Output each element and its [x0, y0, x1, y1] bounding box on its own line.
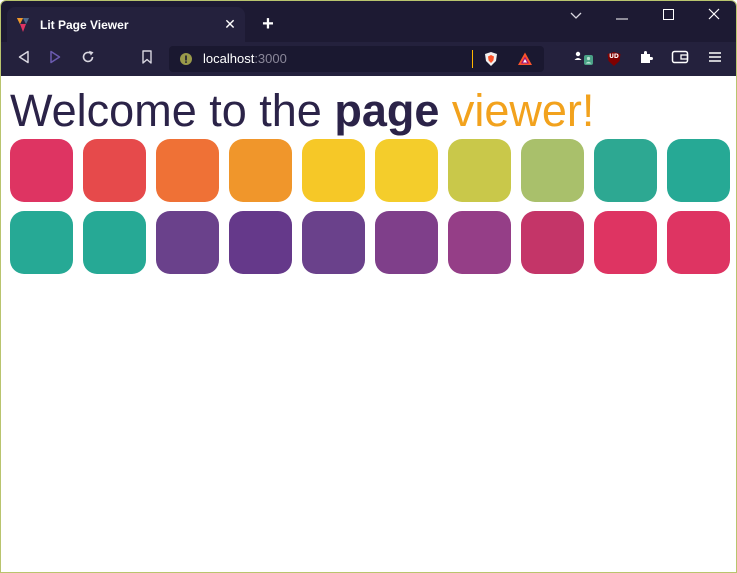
close-tab-button[interactable]: ✕	[219, 14, 241, 36]
color-tile[interactable]	[521, 211, 584, 274]
color-tile[interactable]	[594, 139, 657, 202]
color-tile[interactable]	[10, 139, 73, 202]
reload-button[interactable]	[77, 48, 99, 70]
wallet-button[interactable]	[669, 48, 691, 70]
color-tile[interactable]	[229, 211, 292, 274]
back-icon	[17, 50, 31, 69]
close-window-button[interactable]	[691, 5, 736, 27]
color-tile[interactable]	[229, 139, 292, 202]
ublock-badge-text: UD	[609, 53, 619, 60]
tab-search-button[interactable]	[553, 5, 599, 27]
color-tile[interactable]	[10, 211, 73, 274]
color-tile[interactable]	[375, 139, 438, 202]
maximize-icon	[662, 7, 674, 25]
title-accent-word: viewer!	[451, 85, 595, 136]
maximize-button[interactable]	[645, 5, 691, 27]
title-bar: Lit Page Viewer ✕ +	[1, 1, 736, 42]
address-bar[interactable]: localhost:3000	[169, 46, 544, 72]
address-bar-divider	[472, 50, 473, 68]
forward-button[interactable]	[44, 48, 66, 70]
browser-window: Lit Page Viewer ✕ + localhost:3000 UD We…	[0, 0, 737, 573]
close-icon	[708, 7, 720, 25]
menu-icon	[709, 50, 721, 68]
color-tile[interactable]	[156, 211, 219, 274]
forward-icon	[48, 50, 62, 69]
wallet-icon	[671, 49, 689, 70]
color-tile[interactable]	[667, 139, 730, 202]
site-info-icon[interactable]	[179, 52, 193, 66]
color-tile-grid	[10, 139, 730, 274]
color-tile[interactable]	[83, 139, 146, 202]
url-port: :3000	[254, 51, 287, 66]
url-host: localhost	[203, 51, 255, 66]
lit-logo-icon	[15, 17, 31, 33]
new-tab-button[interactable]: +	[257, 13, 279, 35]
ublock-icon: UD	[606, 51, 622, 67]
color-tile[interactable]	[302, 139, 365, 202]
back-button[interactable]	[13, 48, 35, 70]
bookmark-button[interactable]	[136, 48, 158, 70]
title-bold-word: page	[334, 85, 440, 136]
color-tile[interactable]	[302, 211, 365, 274]
page-content: Welcome to the page viewer!	[1, 76, 736, 572]
page-title: Welcome to the page viewer!	[10, 88, 594, 134]
title-space	[439, 85, 452, 136]
tab-title: Lit Page Viewer	[40, 17, 129, 32]
extensions-button[interactable]	[635, 48, 657, 70]
color-tile[interactable]	[83, 211, 146, 274]
ublock-button[interactable]: UD	[603, 48, 625, 70]
brave-shields-icon[interactable]	[483, 51, 499, 72]
color-tile[interactable]	[594, 211, 657, 274]
color-tile[interactable]	[375, 211, 438, 274]
color-tile[interactable]	[156, 139, 219, 202]
profile-button[interactable]	[572, 48, 594, 70]
extensions-icon	[638, 49, 654, 70]
chevron-down-icon	[570, 7, 582, 25]
bookmark-icon	[141, 49, 153, 69]
browser-toolbar: localhost:3000 UD	[1, 42, 736, 76]
color-tile[interactable]	[448, 211, 511, 274]
color-tile[interactable]	[521, 139, 584, 202]
reload-icon	[81, 50, 95, 69]
profile-icon	[573, 47, 593, 72]
color-tile[interactable]	[448, 139, 511, 202]
url-text: localhost:3000	[203, 51, 287, 67]
color-tile[interactable]	[667, 211, 730, 274]
brave-rewards-icon[interactable]	[517, 51, 533, 72]
tab-lit-page-viewer[interactable]: Lit Page Viewer ✕	[7, 7, 245, 42]
title-text: Welcome to the	[10, 85, 335, 136]
minimize-icon	[616, 7, 628, 25]
menu-button[interactable]	[704, 48, 726, 70]
minimize-button[interactable]	[599, 5, 645, 27]
